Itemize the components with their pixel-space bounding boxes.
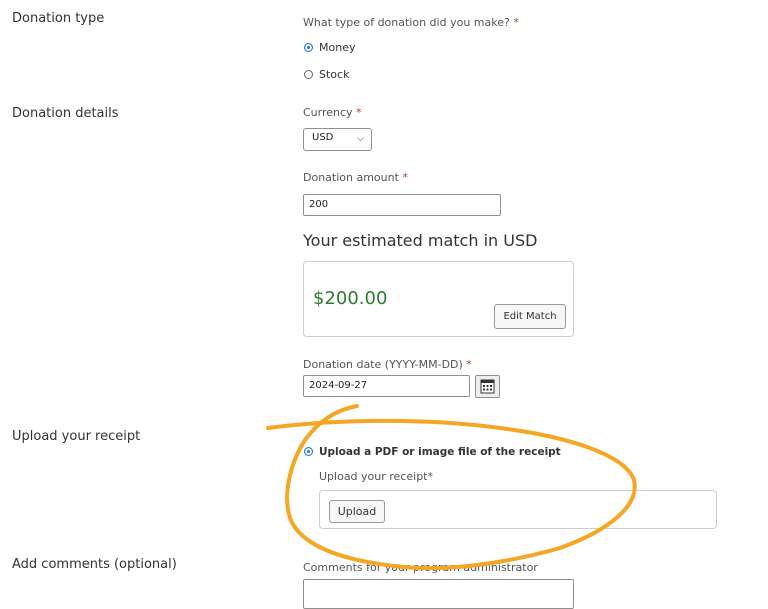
radio-stock-label: Stock — [319, 68, 350, 81]
upload-box: Upload — [319, 490, 717, 529]
match-box: $200.00 Edit Match — [303, 261, 574, 337]
match-heading: Your estimated match in USD — [303, 231, 538, 250]
donation-amount-input[interactable]: 200 — [303, 194, 501, 216]
amount-label: Donation amount * — [303, 171, 408, 184]
donation-type-question: What type of donation did you make? * — [303, 16, 519, 29]
required-mark: * — [466, 358, 472, 371]
radio-stock[interactable] — [304, 70, 313, 79]
comments-textarea[interactable] — [303, 579, 574, 609]
radio-money[interactable] — [304, 43, 313, 52]
section-label-upload-receipt: Upload your receipt — [12, 429, 141, 444]
radio-option-stock[interactable]: Stock — [304, 64, 349, 83]
date-label: Donation date (YYYY-MM-DD) * — [303, 358, 472, 371]
match-amount: $200.00 — [313, 288, 388, 309]
upload-button[interactable]: Upload — [329, 500, 385, 523]
currency-select[interactable]: USD ⌵ — [303, 128, 372, 151]
comments-label: Comments for your program administrator — [303, 561, 538, 574]
radio-upload-file[interactable] — [304, 447, 313, 456]
currency-select-value: USD — [312, 132, 334, 143]
section-label-donation-type: Donation type — [12, 11, 105, 26]
section-label-donation-details: Donation details — [12, 106, 119, 121]
chevron-down-icon: ⌵ — [357, 134, 364, 144]
edit-match-button[interactable]: Edit Match — [494, 304, 566, 329]
required-mark: * — [402, 171, 408, 184]
calendar-button[interactable] — [475, 375, 500, 398]
radio-option-money[interactable]: Money — [304, 37, 355, 56]
receipt-field-label: Upload your receipt* — [319, 470, 433, 483]
calendar-icon — [480, 379, 495, 394]
radio-money-label: Money — [319, 41, 356, 54]
required-mark: * — [356, 106, 362, 119]
receipt-option-label: Upload a PDF or image file of the receip… — [319, 445, 561, 458]
section-label-comments: Add comments (optional) — [12, 557, 177, 572]
donation-date-input[interactable]: 2024-09-27 — [303, 375, 470, 397]
receipt-upload-option[interactable]: Upload a PDF or image file of the receip… — [304, 441, 561, 460]
required-mark: * — [513, 16, 519, 29]
currency-label: Currency * — [303, 106, 362, 119]
